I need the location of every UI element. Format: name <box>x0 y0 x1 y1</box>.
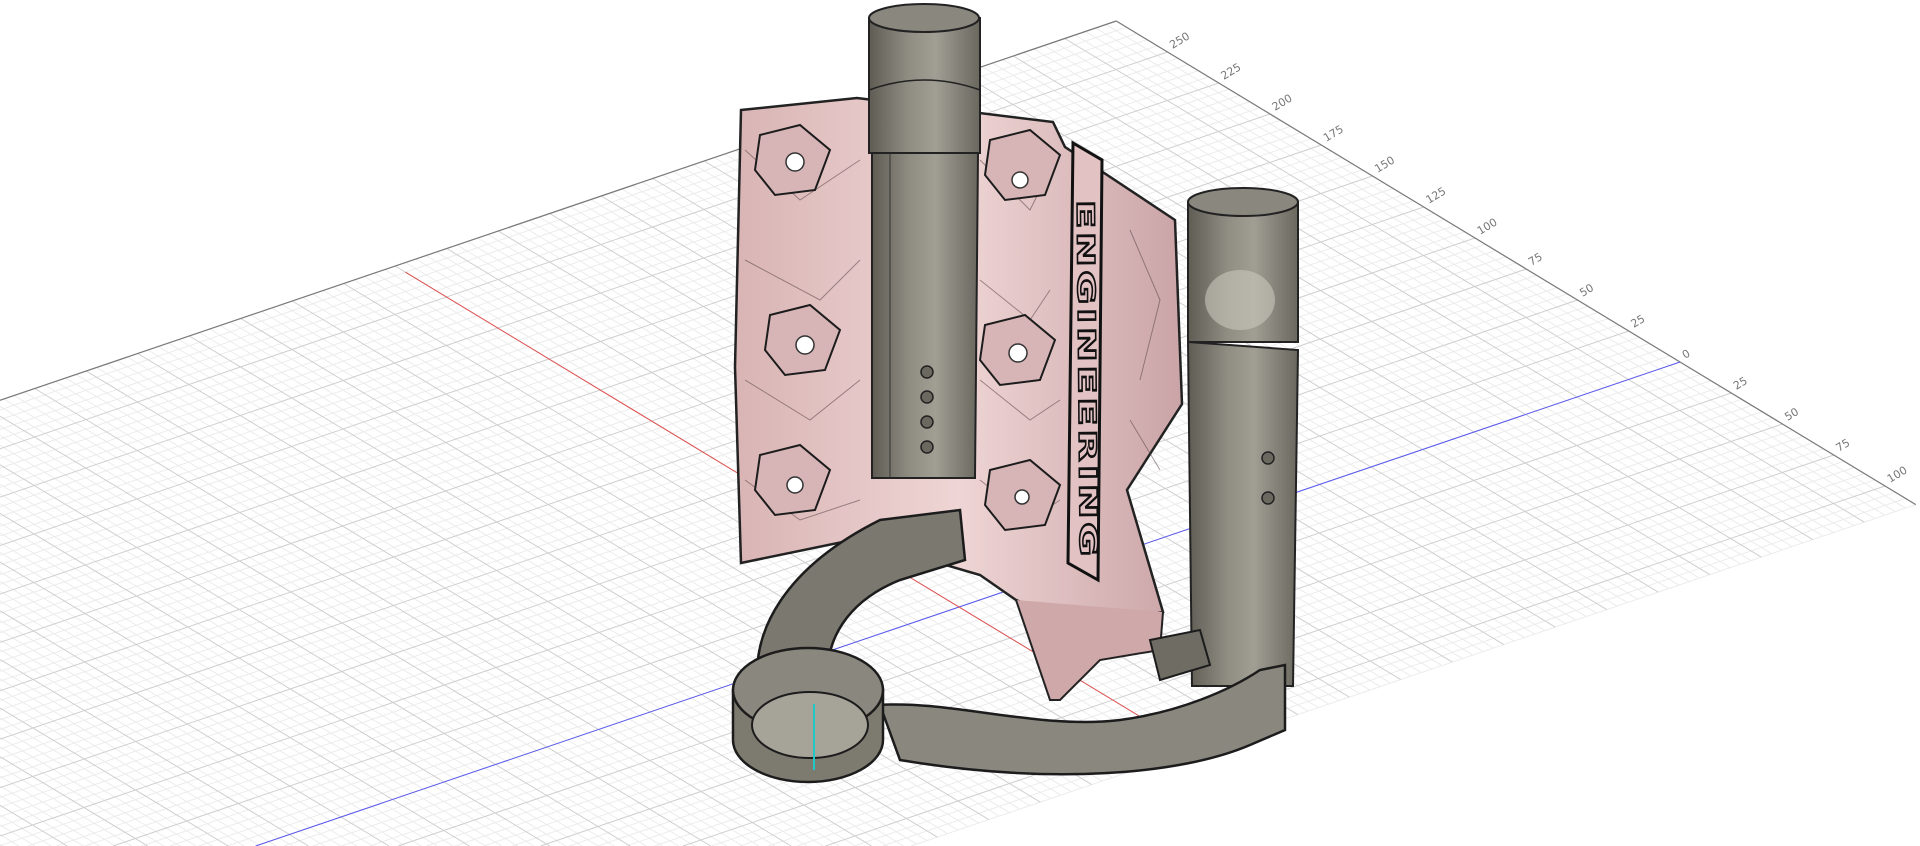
tall-tube[interactable] <box>868 3 981 479</box>
side-tube[interactable] <box>1186 187 1300 687</box>
engraving-strip: ENGINEERING <box>1066 140 1104 583</box>
engraving-text: ENGINEERING <box>1071 200 1102 560</box>
cad-viewport[interactable]: 25 50 75 100 125 150 175 200 225 250 25 50 75 100 0 <box>0 0 1920 846</box>
3d-model[interactable]: ENGINEERING <box>0 0 1920 846</box>
